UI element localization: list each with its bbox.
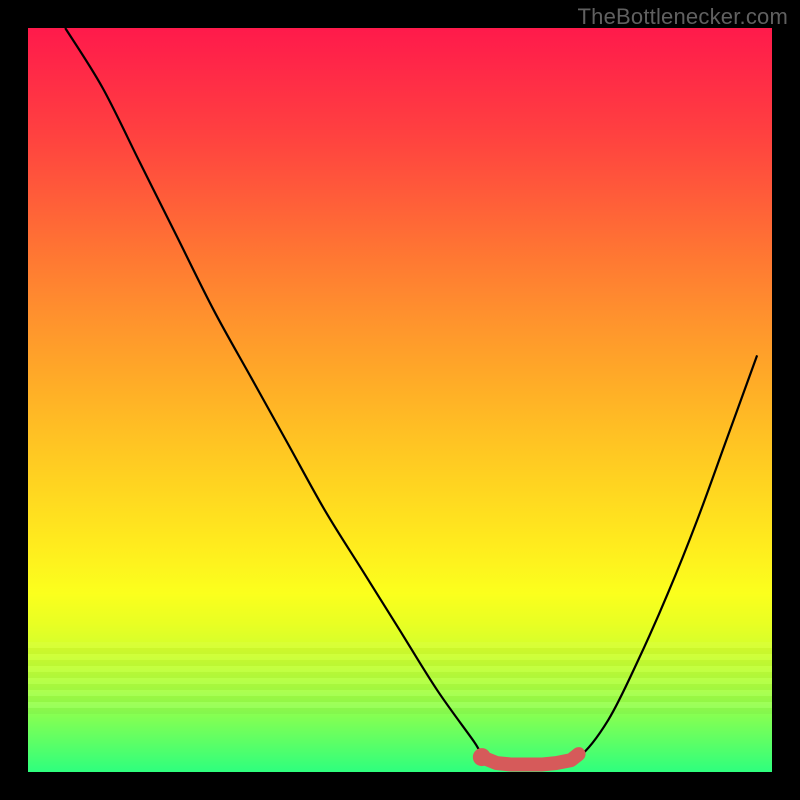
bottleneck-curve-path bbox=[65, 28, 757, 766]
optimal-range-markers bbox=[473, 748, 579, 766]
chart-svg bbox=[28, 28, 772, 772]
plot-area bbox=[28, 28, 772, 772]
chart-frame: TheBottleneсker.com bbox=[0, 0, 800, 800]
watermark-text: TheBottleneсker.com bbox=[578, 4, 788, 30]
optimal-range-line bbox=[482, 754, 579, 764]
optimal-range-start-dot bbox=[473, 748, 491, 766]
